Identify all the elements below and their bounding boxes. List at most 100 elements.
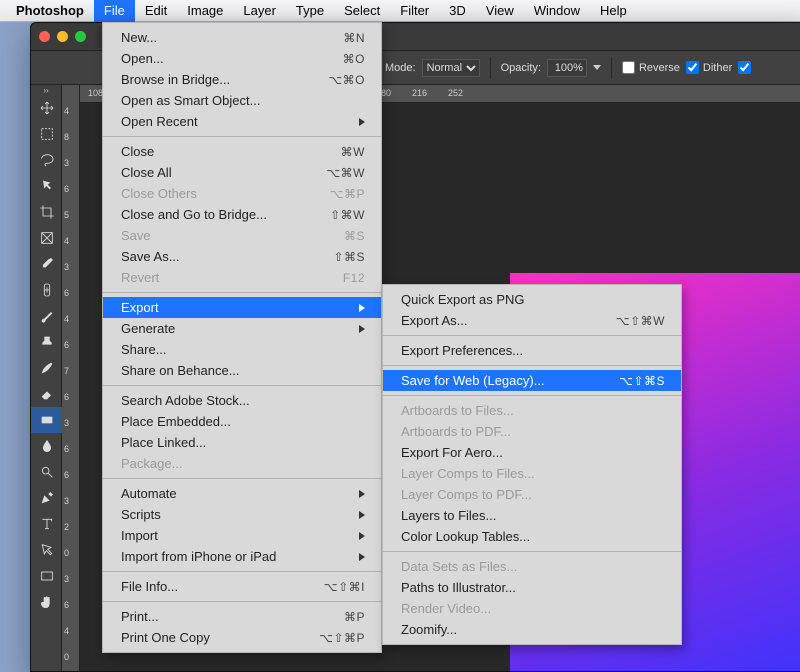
export-menu-item-paths-to-illustrator[interactable]: Paths to Illustrator...: [383, 577, 681, 598]
shortcut-label: ⇧⌘W: [330, 208, 365, 222]
type-tool[interactable]: [31, 511, 62, 537]
ruler-tick: 6: [64, 601, 69, 610]
submenu-arrow-icon: [359, 325, 365, 333]
eraser-tool[interactable]: [31, 381, 62, 407]
hand-tool[interactable]: [31, 589, 62, 615]
file-menu-item-close-and-go-to-bridge[interactable]: Close and Go to Bridge...⇧⌘W: [103, 204, 381, 225]
export-menu-item-export-preferences[interactable]: Export Preferences...: [383, 340, 681, 361]
ruler-tick: 4: [64, 315, 69, 324]
file-menu-item-browse-in-bridge[interactable]: Browse in Bridge...⌥⌘O: [103, 69, 381, 90]
menu-type[interactable]: Type: [286, 0, 334, 22]
menu-item-label: Open as Smart Object...: [121, 93, 365, 108]
zoom-window-button[interactable]: [75, 31, 86, 42]
file-menu-item-generate[interactable]: Generate: [103, 318, 381, 339]
ruler-tick: 6: [64, 185, 69, 194]
path-select-tool[interactable]: [31, 537, 62, 563]
menu-file[interactable]: File: [94, 0, 135, 22]
brush-tool[interactable]: [31, 303, 62, 329]
menu-item-label: Open...: [121, 51, 343, 66]
stamp-tool[interactable]: [31, 329, 62, 355]
export-menu-item-quick-export-as-png[interactable]: Quick Export as PNG: [383, 289, 681, 310]
marquee-tool[interactable]: [31, 121, 62, 147]
dither-checkbox[interactable]: Dither: [686, 61, 732, 74]
file-menu-item-automate[interactable]: Automate: [103, 483, 381, 504]
dodge-tool[interactable]: [31, 459, 62, 485]
file-menu-item-save-as[interactable]: Save As...⇧⌘S: [103, 246, 381, 267]
file-menu-item-search-adobe-stock[interactable]: Search Adobe Stock...: [103, 390, 381, 411]
file-menu-item-close[interactable]: Close⌘W: [103, 141, 381, 162]
file-menu-item-new[interactable]: New...⌘N: [103, 27, 381, 48]
export-menu-item-layer-comps-to-pdf: Layer Comps to PDF...: [383, 484, 681, 505]
mode-select[interactable]: Normal: [422, 59, 480, 77]
submenu-arrow-icon: [359, 553, 365, 561]
menu-image[interactable]: Image: [177, 0, 233, 22]
crop-tool[interactable]: [31, 199, 62, 225]
file-menu-item-import-from-iphone-or-ipad[interactable]: Import from iPhone or iPad: [103, 546, 381, 567]
ruler-tick: 8: [64, 133, 69, 142]
file-menu-item-scripts[interactable]: Scripts: [103, 504, 381, 525]
file-menu-item-export[interactable]: Export: [103, 297, 381, 318]
menu-item-label: Quick Export as PNG: [401, 292, 665, 307]
export-menu-item-data-sets-as-files: Data Sets as Files...: [383, 556, 681, 577]
export-menu-item-export-as[interactable]: Export As...⌥⇧⌘W: [383, 310, 681, 331]
file-menu-item-file-info[interactable]: File Info...⌥⇧⌘I: [103, 576, 381, 597]
shortcut-label: F12: [343, 271, 365, 285]
reverse-checkbox[interactable]: Reverse: [622, 61, 680, 74]
opacity-stepper-icon[interactable]: [593, 65, 601, 70]
file-menu-item-share-on-behance[interactable]: Share on Behance...: [103, 360, 381, 381]
file-menu-item-print-one-copy[interactable]: Print One Copy⌥⇧⌘P: [103, 627, 381, 648]
tools-collapse-icon[interactable]: ››: [31, 85, 61, 95]
quick-select-tool[interactable]: [31, 173, 62, 199]
file-menu-item-close-all[interactable]: Close All⌥⌘W: [103, 162, 381, 183]
shortcut-label: ⌥⇧⌘I: [324, 580, 365, 594]
gradient-tool[interactable]: [31, 407, 62, 433]
menu-window[interactable]: Window: [524, 0, 590, 22]
menu-item-label: Place Embedded...: [121, 414, 365, 429]
opacity-input[interactable]: [547, 59, 587, 77]
menu-3d[interactable]: 3D: [439, 0, 476, 22]
menu-item-label: Open Recent: [121, 114, 349, 129]
lasso-tool[interactable]: [31, 147, 62, 173]
menu-view[interactable]: View: [476, 0, 524, 22]
menu-select[interactable]: Select: [334, 0, 390, 22]
frame-tool[interactable]: [31, 225, 62, 251]
file-menu-item-print[interactable]: Print...⌘P: [103, 606, 381, 627]
shortcut-label: ⌘O: [343, 52, 365, 66]
move-tool[interactable]: [31, 95, 62, 121]
shortcut-label: ⌥⇧⌘P: [319, 631, 365, 645]
menu-item-label: Close: [121, 144, 341, 159]
history-brush-tool[interactable]: [31, 355, 62, 381]
export-menu-item-color-lookup-tables[interactable]: Color Lookup Tables...: [383, 526, 681, 547]
export-menu-item-layers-to-files[interactable]: Layers to Files...: [383, 505, 681, 526]
menu-filter[interactable]: Filter: [390, 0, 439, 22]
export-menu-item-save-for-web-legacy[interactable]: Save for Web (Legacy)...⌥⇧⌘S: [383, 370, 681, 391]
file-menu-item-open[interactable]: Open...⌘O: [103, 48, 381, 69]
export-menu-item-export-for-aero[interactable]: Export For Aero...: [383, 442, 681, 463]
menu-item-label: Export As...: [401, 313, 616, 328]
menu-item-label: Save As...: [121, 249, 333, 264]
pen-tool[interactable]: [31, 485, 62, 511]
file-menu-item-import[interactable]: Import: [103, 525, 381, 546]
menu-layer[interactable]: Layer: [233, 0, 286, 22]
ruler-tick: 7: [64, 367, 69, 376]
shortcut-label: ⌥⇧⌘S: [619, 374, 665, 388]
minimize-window-button[interactable]: [57, 31, 68, 42]
close-window-button[interactable]: [39, 31, 50, 42]
shortcut-label: ⌘N: [343, 31, 365, 45]
ruler-tick: 0: [64, 549, 69, 558]
file-menu-item-open-as-smart-object[interactable]: Open as Smart Object...: [103, 90, 381, 111]
file-menu-item-share[interactable]: Share...: [103, 339, 381, 360]
menu-item-label: Import: [121, 528, 349, 543]
file-menu-item-place-linked[interactable]: Place Linked...: [103, 432, 381, 453]
rectangle-tool[interactable]: [31, 563, 62, 589]
file-menu-item-place-embedded[interactable]: Place Embedded...: [103, 411, 381, 432]
blur-tool[interactable]: [31, 433, 62, 459]
menu-help[interactable]: Help: [590, 0, 637, 22]
file-menu-item-revert: RevertF12: [103, 267, 381, 288]
extra-checkbox[interactable]: [738, 61, 751, 74]
export-menu-item-zoomify[interactable]: Zoomify...: [383, 619, 681, 640]
eyedropper-tool[interactable]: [31, 251, 62, 277]
menu-edit[interactable]: Edit: [135, 0, 177, 22]
healing-tool[interactable]: [31, 277, 62, 303]
file-menu-item-open-recent[interactable]: Open Recent: [103, 111, 381, 132]
